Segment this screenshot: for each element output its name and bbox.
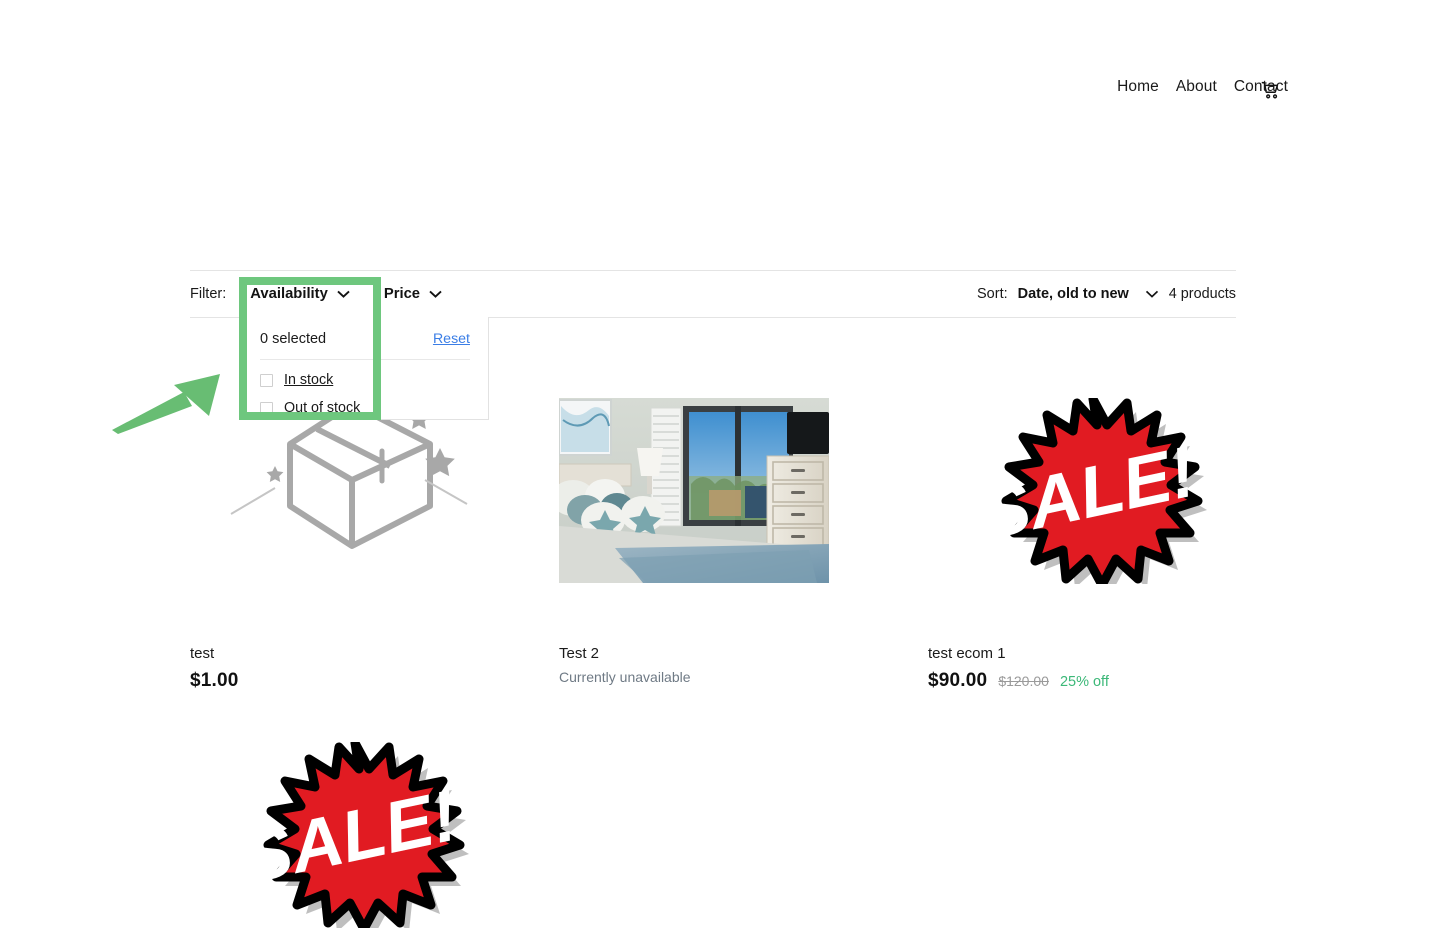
checkbox-in-stock[interactable] [260, 373, 273, 387]
product-count: 4 products [1168, 286, 1236, 302]
product-price: $1.00 [190, 670, 239, 691]
nav-link-about[interactable]: About [1176, 78, 1217, 96]
product-title[interactable]: test ecom 1 [928, 645, 1261, 662]
sort-area: Sort: Date, old to new 4 products [977, 286, 1236, 302]
panel-header: 0 selected Reset [240, 317, 488, 359]
facet-availability[interactable]: Availability [248, 280, 352, 308]
chevron-down-icon[interactable] [1145, 286, 1159, 302]
product-card[interactable]: SALE! [190, 742, 523, 928]
filter-label: Filter: [190, 286, 227, 302]
product-media[interactable]: SALE! [190, 742, 523, 928]
reset-link[interactable]: Reset [433, 331, 470, 347]
checkbox-out-of-stock[interactable] [260, 401, 273, 415]
sale-burst-icon: SALE! [236, 742, 469, 928]
product-grid: test $1.00 Test 2 Currently unavailable … [190, 398, 1236, 928]
site-header: Home About Contact [0, 0, 1431, 178]
facet-availability-label: Availability [250, 286, 328, 302]
availability-options: In stock Out of stock [240, 360, 488, 416]
product-title[interactable]: Test 2 [559, 645, 892, 662]
product-price: $90.00 [928, 670, 988, 691]
option-in-stock-label: In stock [284, 372, 334, 388]
product-card[interactable]: Test 2 Currently unavailable [559, 398, 892, 692]
nav-link-home[interactable]: Home [1117, 78, 1159, 96]
sort-label: Sort: [977, 286, 1008, 302]
product-discount-badge: 25% off [1059, 674, 1109, 690]
sort-select[interactable]: Date, old to new [1018, 286, 1129, 302]
toolbar-row: Filter: Availability Price Sort: Date, o… [190, 271, 1236, 317]
selected-count: 0 selected [260, 331, 327, 347]
product-media[interactable]: SALE! [928, 398, 1261, 584]
chevron-down-icon [337, 286, 350, 302]
facet-price[interactable]: Price [382, 280, 444, 308]
shopping-cart-icon [1261, 81, 1279, 99]
cart-button[interactable] [1256, 76, 1284, 104]
product-media[interactable] [559, 398, 829, 583]
availability-dropdown-panel: 0 selected Reset In stock Out of stock [239, 317, 489, 420]
product-card[interactable]: test $1.00 [190, 398, 523, 692]
option-in-stock[interactable]: In stock [260, 372, 468, 388]
product-compare-at-price: $120.00 [998, 673, 1049, 689]
placeholder-box-icon [229, 401, 467, 549]
option-out-of-stock-label: Out of stock [284, 400, 361, 416]
collection-toolbar: Filter: Availability Price Sort: Date, o… [190, 270, 1236, 318]
option-out-of-stock[interactable]: Out of stock [260, 400, 468, 416]
product-availability: Currently unavailable [559, 669, 691, 685]
chevron-down-icon [429, 286, 442, 302]
facet-price-label: Price [383, 286, 421, 302]
product-price-row: $90.00 $120.00 25% off [928, 670, 1261, 692]
product-price-row: $1.00 [190, 670, 523, 692]
product-title[interactable]: test [190, 645, 523, 662]
product-media[interactable] [190, 398, 523, 584]
bedroom-photo [559, 398, 829, 583]
product-card[interactable]: SALE! test ecom 1 $90.00 $120.00 25% off [928, 398, 1261, 692]
sale-burst-icon: SALE! [974, 398, 1207, 584]
